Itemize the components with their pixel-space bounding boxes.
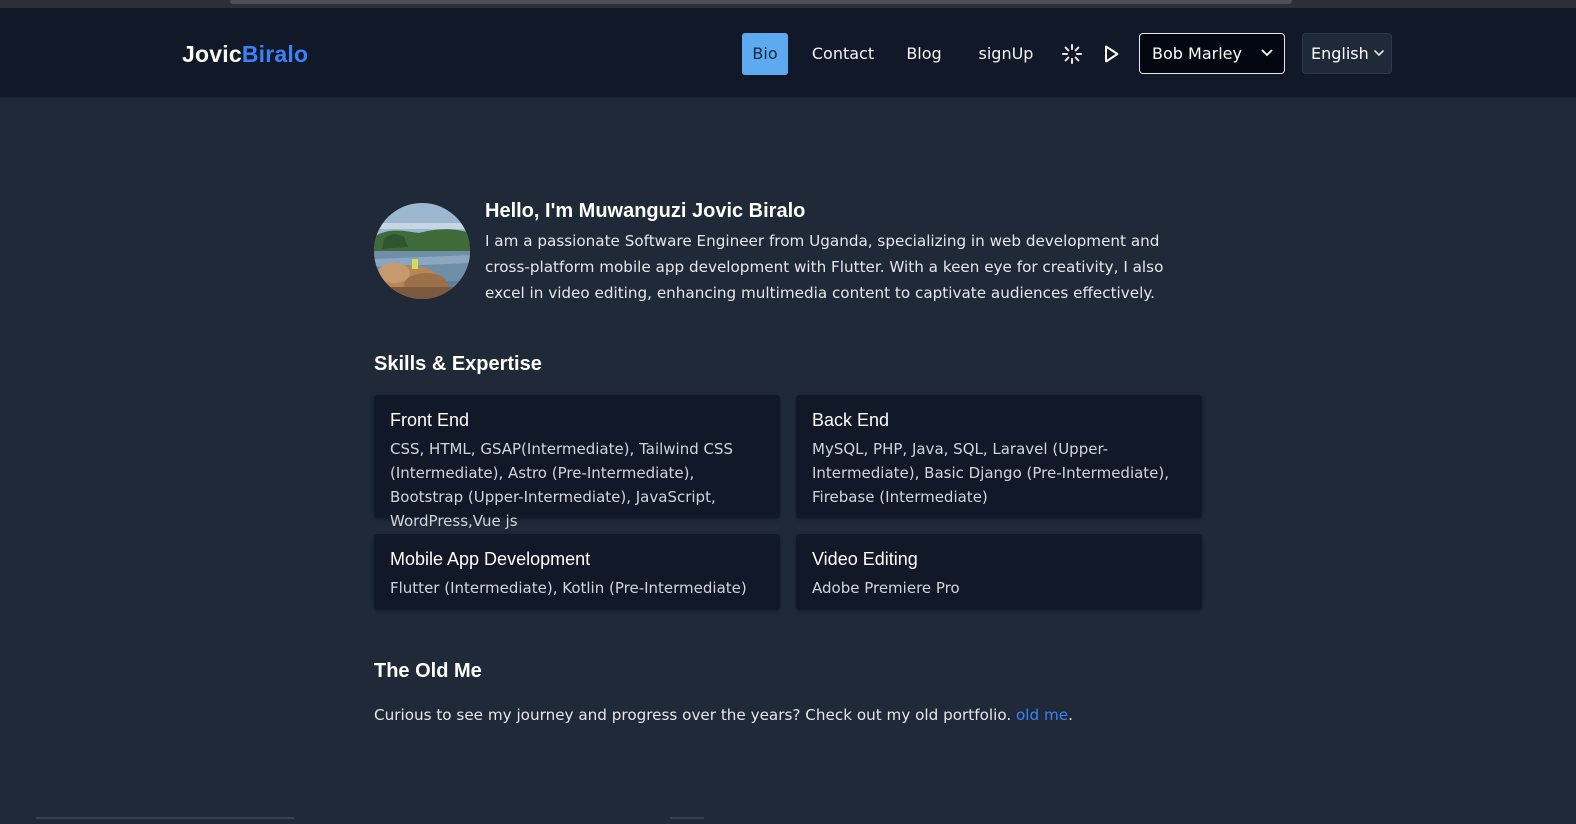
- voice-select[interactable]: Bob Marley: [1139, 33, 1285, 74]
- nav-signup[interactable]: signUp: [978, 33, 1034, 75]
- skill-card-body: Flutter (Intermediate), Kotlin (Pre-Inte…: [390, 579, 747, 597]
- play-icon[interactable]: [1097, 33, 1125, 75]
- loading-spinner-icon[interactable]: [1058, 33, 1086, 75]
- nav-contact[interactable]: Contact: [806, 33, 880, 75]
- skill-card-body: Adobe Premiere Pro: [812, 579, 960, 597]
- skill-card-back-end: Back End MySQL, PHP, Java, SQL, Laravel …: [796, 395, 1202, 518]
- skill-card-video-editing: Video Editing Adobe Premiere Pro: [796, 534, 1202, 610]
- skill-card-title: Mobile App Development: [390, 549, 591, 569]
- site-header: JovicBiralo Bio Contact Blog signUp Bob: [0, 8, 1576, 98]
- logo-part-2: Biralo: [241, 41, 309, 67]
- chevron-down-icon: [1374, 50, 1384, 57]
- horizontal-scrollbar[interactable]: [36, 817, 294, 819]
- profile-avatar: [374, 203, 470, 299]
- old-me-sentence: Curious to see my journey and progress o…: [374, 706, 1017, 724]
- language-select[interactable]: English: [1302, 33, 1392, 74]
- skill-card-front-end: Front End CSS, HTML, GSAP(Intermediate),…: [374, 395, 780, 530]
- old-me-heading: The Old Me: [374, 660, 482, 682]
- skill-card-body: MySQL, PHP, Java, SQL, Laravel (Upper-In…: [812, 440, 1170, 506]
- browser-scroll-indicator: [230, 0, 1292, 4]
- skill-card-mobile: Mobile App Development Flutter (Intermed…: [374, 534, 780, 610]
- skill-card-body: CSS, HTML, GSAP(Intermediate), Tailwind …: [390, 440, 734, 530]
- skill-card-title: Video Editing: [812, 549, 918, 569]
- voice-select-value: Bob Marley: [1152, 44, 1242, 63]
- intro-text: I am a passionate Software Engineer from…: [485, 232, 1164, 302]
- old-me-trailing: .: [1068, 706, 1073, 724]
- logo-part-1: Jovic: [182, 41, 242, 67]
- chevron-down-icon: [1261, 49, 1273, 57]
- old-me-link[interactable]: old me: [1016, 706, 1068, 724]
- browser-top-strip: [0, 0, 1576, 8]
- nav-blog[interactable]: Blog: [902, 33, 946, 75]
- site-logo[interactable]: JovicBiralo: [182, 41, 308, 68]
- scroll-indicator: [670, 817, 704, 819]
- nav-bio[interactable]: Bio: [742, 33, 788, 75]
- old-me-text: Curious to see my journey and progress o…: [374, 704, 1073, 726]
- skills-heading: Skills & Expertise: [374, 353, 542, 375]
- language-select-value: English: [1311, 44, 1369, 63]
- skill-card-title: Front End: [390, 410, 470, 430]
- skill-card-title: Back End: [812, 410, 890, 430]
- intro-heading: Hello, I'm Muwanguzi Jovic Biralo: [485, 200, 806, 222]
